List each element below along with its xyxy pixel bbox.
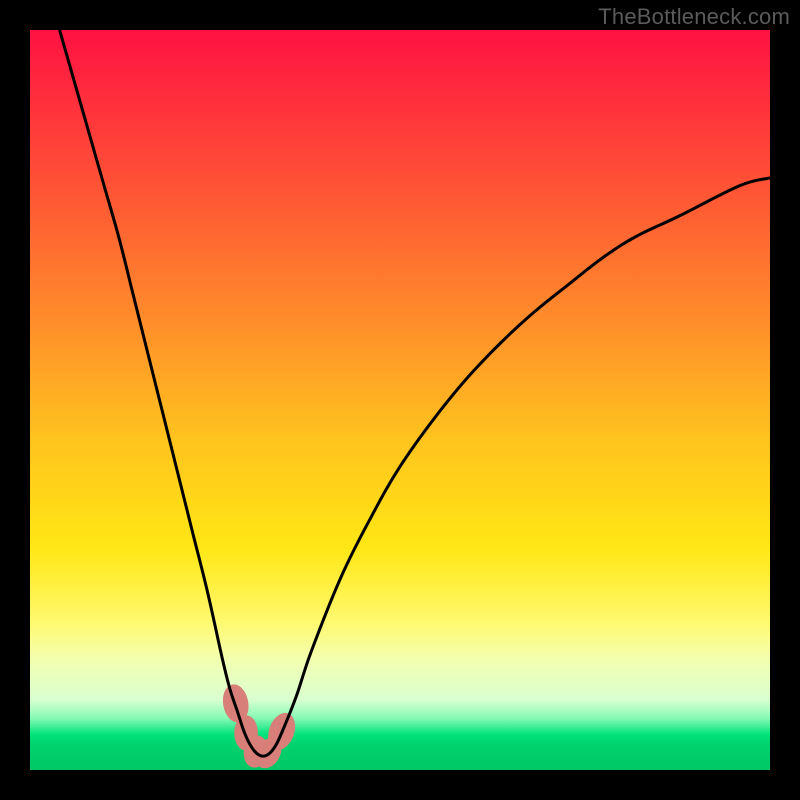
heat-gradient-rect [30, 30, 770, 770]
chart-frame: TheBottleneck.com [0, 0, 800, 800]
chart-svg [30, 30, 770, 770]
plot-area [30, 30, 770, 770]
attribution-label: TheBottleneck.com [598, 4, 790, 30]
